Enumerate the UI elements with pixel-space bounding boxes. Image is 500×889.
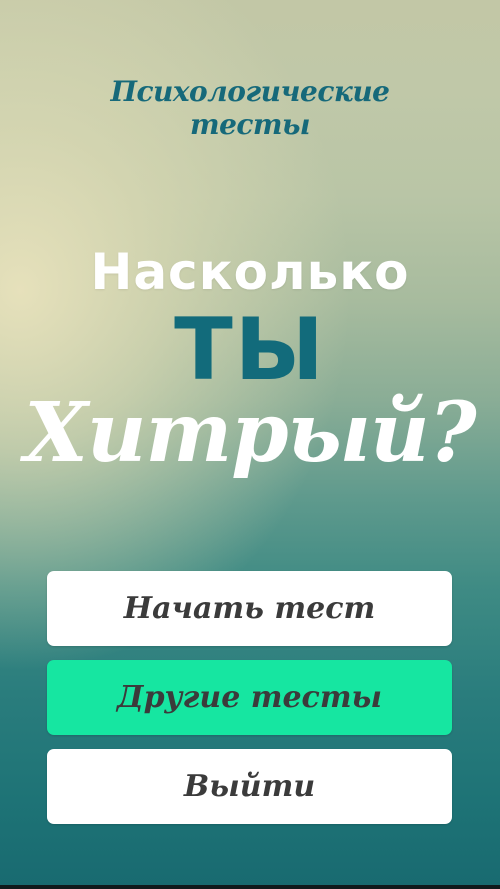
app-screen: Психологические тесты Насколько ТЫ Хитры… xyxy=(0,0,500,889)
headline-line-3: Хитрый? xyxy=(24,385,476,481)
app-subtitle: Психологические тесты xyxy=(0,75,500,141)
headline-line-1: Насколько xyxy=(90,243,410,301)
subtitle-line-2: тесты xyxy=(189,108,311,141)
bottom-bar xyxy=(0,885,500,889)
start-test-button[interactable]: Начать тест xyxy=(47,571,452,646)
other-tests-button[interactable]: Другие тесты xyxy=(47,660,452,735)
main-menu: Начать тест Другие тесты Выйти xyxy=(47,571,452,838)
subtitle-line-1: Психологические xyxy=(110,75,390,108)
exit-button[interactable]: Выйти xyxy=(47,749,452,824)
